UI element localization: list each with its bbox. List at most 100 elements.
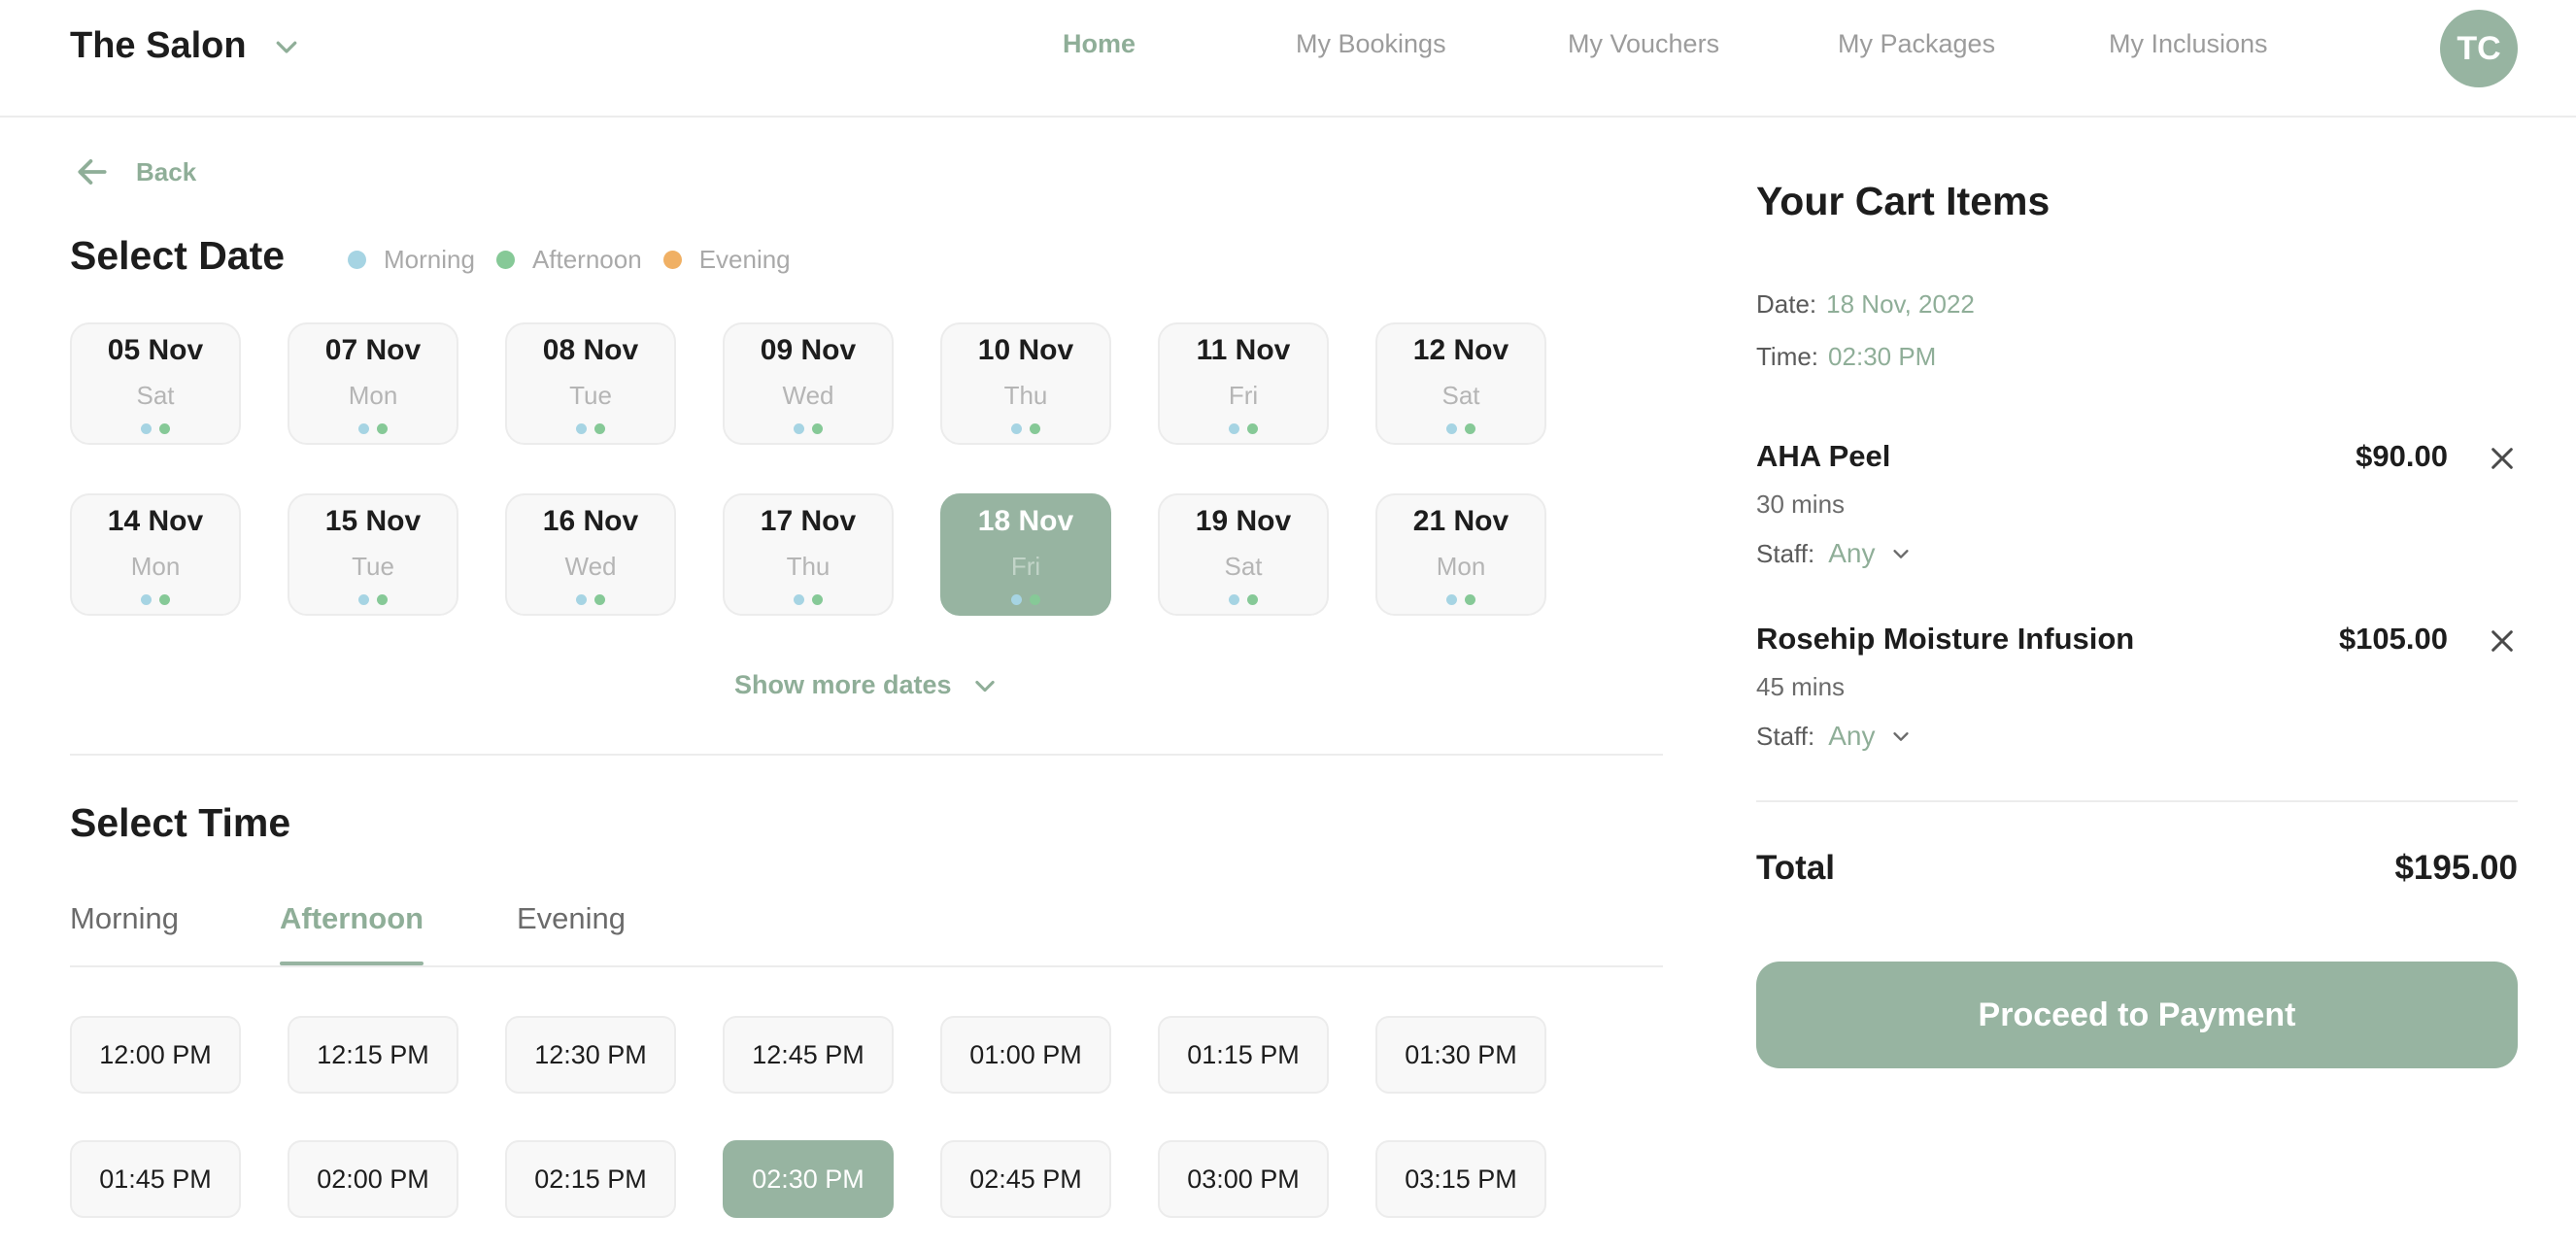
legend-evening: Evening (662, 245, 791, 275)
availability-dots (942, 594, 1109, 605)
legend-label: Afternoon (531, 245, 642, 274)
availability-dot (576, 594, 587, 605)
nav-my-vouchers[interactable]: My Vouchers (1568, 29, 1719, 59)
back-label: Back (136, 156, 197, 186)
date-weekday: Mon (348, 381, 398, 410)
availability-dots (507, 423, 674, 434)
date-card[interactable]: 10 Nov Thu (940, 322, 1111, 445)
arrow-left-icon (78, 159, 107, 185)
date-card[interactable]: 16 Nov Wed (505, 493, 676, 616)
staff-value: Any (1828, 538, 1876, 568)
date-card[interactable]: 15 Nov Tue (288, 493, 458, 616)
chevron-down-icon (974, 680, 995, 692)
date-card[interactable]: 17 Nov Thu (723, 493, 894, 616)
availability-dots (725, 423, 892, 434)
availability-dot (1229, 423, 1239, 434)
date-card[interactable]: 08 Nov Tue (505, 322, 676, 445)
availability-dots (725, 594, 892, 605)
cart-title: Your Cart Items (1756, 179, 2051, 223)
legend-dot (348, 251, 366, 269)
date-card[interactable]: 07 Nov Mon (288, 322, 458, 445)
legend-afternoon: Afternoon (495, 245, 642, 275)
date-day: 11 Nov (1196, 334, 1291, 366)
time-slot[interactable]: 01:30 PM (1375, 1016, 1546, 1094)
availability-dot (377, 423, 388, 434)
total-label: Total (1756, 849, 1836, 887)
availability-dots (1160, 423, 1327, 434)
date-card[interactable]: 18 Nov Fri (940, 493, 1111, 616)
cart-item-price: $105.00 (2338, 622, 2448, 656)
date-card[interactable]: 21 Nov Mon (1375, 493, 1546, 616)
time-slot[interactable]: 12:30 PM (505, 1016, 676, 1094)
legend-label: Evening (698, 245, 791, 274)
date-card[interactable]: 05 Nov Sat (70, 322, 241, 445)
date-weekday: Fri (1228, 381, 1259, 410)
cart-item-price: $90.00 (2356, 439, 2448, 473)
time-slot[interactable]: 12:15 PM (288, 1016, 458, 1094)
user-avatar[interactable]: TC (2440, 10, 2518, 87)
cart-date-label: Date: (1756, 289, 1817, 319)
availability-dots (942, 423, 1109, 434)
availability-dot (812, 594, 823, 605)
time-slot[interactable]: 02:15 PM (505, 1140, 676, 1218)
availability-dot (1465, 594, 1475, 605)
date-day: 07 Nov (324, 334, 422, 366)
time-slot[interactable]: 01:00 PM (940, 1016, 1111, 1094)
time-slot[interactable]: 02:45 PM (940, 1140, 1111, 1218)
availability-dots (507, 594, 674, 605)
show-more-dates-button[interactable]: Show more dates (734, 670, 999, 700)
time-slot[interactable]: 12:45 PM (723, 1016, 894, 1094)
date-card[interactable]: 09 Nov Wed (723, 322, 894, 445)
cart-divider (1756, 800, 2518, 802)
tab-afternoon[interactable]: Afternoon (280, 901, 424, 936)
date-weekday: Wed (782, 381, 834, 410)
time-slot[interactable]: 12:00 PM (70, 1016, 241, 1094)
date-weekday: Mon (130, 552, 181, 581)
time-slot[interactable]: 01:45 PM (70, 1140, 241, 1218)
availability-dot (1465, 423, 1475, 434)
availability-dot (594, 423, 605, 434)
close-icon[interactable] (2487, 443, 2518, 474)
nav-home[interactable]: Home (1063, 29, 1135, 59)
date-day: 05 Nov (107, 334, 204, 366)
availability-dot (358, 423, 369, 434)
date-weekday: Sat (1441, 381, 1480, 410)
availability-dot (377, 594, 388, 605)
availability-dots (289, 423, 457, 434)
time-slot[interactable]: 02:30 PM (723, 1140, 894, 1218)
date-card[interactable]: 19 Nov Sat (1158, 493, 1329, 616)
staff-dropdown[interactable]: Any (1828, 721, 1912, 752)
date-card[interactable]: 14 Nov Mon (70, 493, 241, 616)
date-card[interactable]: 12 Nov Sat (1375, 322, 1546, 445)
availability-dot (594, 594, 605, 605)
tab-morning[interactable]: Morning (70, 901, 179, 936)
time-slot[interactable]: 03:00 PM (1158, 1140, 1329, 1218)
cart-item-duration: 30 mins (1756, 489, 1846, 519)
availability-dot (141, 423, 152, 434)
date-day: 08 Nov (542, 334, 639, 366)
tab-evening[interactable]: Evening (517, 901, 626, 936)
time-slot[interactable]: 01:15 PM (1158, 1016, 1329, 1094)
date-weekday: Thu (786, 552, 830, 581)
staff-label: Staff: (1756, 721, 1815, 751)
nav-my-bookings[interactable]: My Bookings (1296, 29, 1446, 59)
cart-item-name: AHA Peel (1756, 439, 1891, 473)
legend-label: Morning (384, 245, 475, 274)
staff-label: Staff: (1756, 538, 1815, 568)
availability-dot (1247, 594, 1258, 605)
proceed-to-payment-button[interactable]: Proceed to Payment (1756, 962, 2518, 1068)
select-date-title: Select Date (70, 233, 286, 278)
nav-my-inclusions[interactable]: My Inclusions (2109, 29, 2268, 59)
staff-dropdown[interactable]: Any (1828, 538, 1912, 569)
availability-dot (159, 423, 170, 434)
availability-dot (1011, 594, 1022, 605)
date-day: 10 Nov (977, 334, 1074, 366)
availability-dots (1377, 423, 1544, 434)
time-slot[interactable]: 03:15 PM (1375, 1140, 1546, 1218)
cart-date-value: 18 Nov, 2022 (1826, 289, 1975, 319)
back-button[interactable]: Back (74, 153, 196, 190)
nav-my-packages[interactable]: My Packages (1838, 29, 1995, 59)
time-slot[interactable]: 02:00 PM (288, 1140, 458, 1218)
close-icon[interactable] (2487, 625, 2518, 657)
date-card[interactable]: 11 Nov Fri (1158, 322, 1329, 445)
